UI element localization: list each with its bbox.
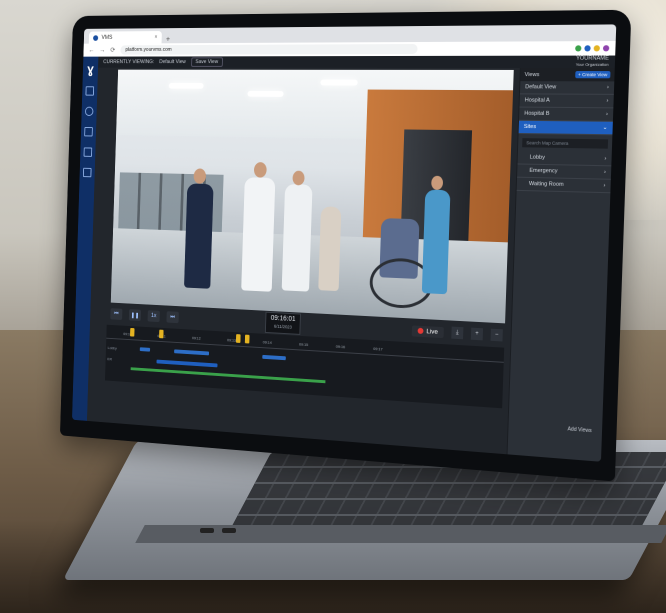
- view-toolbar: CURRENTLY VIEWING: Default View Save Vie…: [98, 55, 616, 68]
- download-clip-icon[interactable]: ⤓: [451, 326, 464, 340]
- chevron-icon: ›: [604, 155, 607, 163]
- zoom-out-icon[interactable]: −: [490, 328, 503, 342]
- forward-icon[interactable]: →: [99, 47, 105, 54]
- recording-segment[interactable]: [262, 354, 286, 361]
- extension-icon[interactable]: [584, 45, 591, 52]
- track-label: ER: [107, 356, 113, 362]
- current-view-name[interactable]: Default View: [159, 59, 186, 65]
- close-tab-icon[interactable]: ×: [154, 34, 157, 40]
- timeline-label: 09:12: [191, 335, 201, 341]
- favicon-icon: [93, 34, 99, 41]
- chevron-icon: ›: [605, 111, 609, 118]
- event-marker[interactable]: [244, 334, 250, 344]
- doctor-figure: [241, 177, 276, 292]
- chevron-icon: ›: [603, 169, 607, 176]
- tab-title: VMS: [101, 34, 113, 41]
- motion-bar: [130, 367, 326, 384]
- extensions: [575, 45, 610, 52]
- camera-item-label: Emergency: [529, 167, 558, 175]
- recording-segment[interactable]: [139, 347, 151, 352]
- chevron-down-icon: ⌄: [602, 124, 608, 132]
- view-item-label: Hospital B: [524, 110, 550, 118]
- user-info[interactable]: YOURNAME Your Organization: [575, 55, 609, 67]
- speed-button[interactable]: 1x: [147, 310, 160, 323]
- view-item[interactable]: Hospital A ›: [519, 94, 614, 109]
- url-field[interactable]: platform.yourvms.com: [120, 43, 418, 55]
- ceiling-light: [247, 90, 284, 97]
- flag-icon[interactable]: [82, 167, 92, 178]
- main-area: CURRENTLY VIEWING: Default View Save Vie…: [86, 55, 616, 462]
- back-icon[interactable]: ←: [88, 47, 94, 54]
- rewind-button[interactable]: ⏮: [110, 308, 123, 320]
- ceiling-light: [320, 79, 358, 86]
- track-label: Lobby: [107, 345, 117, 351]
- camera-item-label: Waiting Room: [528, 180, 564, 188]
- view-item[interactable]: Default View ›: [519, 81, 615, 95]
- recording-segment[interactable]: [174, 349, 210, 356]
- laptop-front-edge: [135, 525, 666, 543]
- chevron-icon: ›: [606, 84, 609, 91]
- person-figure: [318, 206, 342, 292]
- zoom-in-icon[interactable]: +: [470, 327, 484, 341]
- doctor-figure: [281, 184, 313, 292]
- chevron-icon: ›: [606, 97, 609, 105]
- person-figure: [184, 183, 214, 289]
- live-label: Live: [426, 327, 439, 336]
- user-org: Your Organization: [575, 61, 609, 67]
- event-marker[interactable]: [130, 327, 135, 337]
- ceiling-light: [168, 82, 204, 89]
- app-logo: ɣ: [87, 61, 94, 77]
- view-item-active[interactable]: Sites ⌄: [518, 120, 613, 136]
- nurse-figure: [421, 189, 451, 295]
- video-column: ⏮ ❚❚ 1x ⏭ 09:16:01 6/11/2023 Live ⤓ + − …: [87, 68, 520, 454]
- browser-tab[interactable]: VMS ×: [88, 31, 162, 44]
- views-title: Views: [524, 71, 540, 78]
- download-icon[interactable]: [83, 147, 93, 157]
- camera-item[interactable]: Waiting Room ›: [516, 177, 611, 194]
- timeline-label: 09:13: [227, 337, 237, 343]
- chevron-icon: ›: [603, 182, 606, 189]
- camera-search-input[interactable]: Search Map Camera: [522, 138, 609, 149]
- live-dot-icon: [417, 327, 424, 335]
- view-item-label: Default View: [525, 84, 557, 91]
- recording-segment[interactable]: [156, 359, 218, 368]
- vms-app: ɣ CURRENTLY VIEWING: Default View Save V…: [72, 55, 616, 462]
- camera-icon[interactable]: [84, 127, 93, 137]
- create-view-button[interactable]: + Create View: [574, 71, 611, 79]
- camera-feed[interactable]: [110, 69, 514, 324]
- extension-icon[interactable]: [593, 45, 600, 52]
- laptop-lid: VMS × + ← → ⟳ platform.yourvms.com ɣ CUR…: [59, 9, 632, 482]
- currently-viewing-label: CURRENTLY VIEWING:: [103, 59, 155, 65]
- map-pin-icon[interactable]: [84, 106, 94, 117]
- views-panel-header: Views + Create View: [520, 67, 615, 82]
- timeline-label: 09:15: [298, 341, 309, 348]
- event-marker[interactable]: [159, 329, 164, 339]
- live-button[interactable]: Live: [411, 324, 444, 338]
- new-tab-button[interactable]: +: [166, 35, 170, 44]
- profile-avatar[interactable]: [602, 45, 610, 52]
- view-item[interactable]: Hospital B ›: [519, 107, 614, 122]
- view-item-label: Hospital A: [524, 97, 550, 104]
- timeline-label: 09:16: [335, 343, 346, 350]
- save-view-button[interactable]: Save View: [190, 57, 223, 67]
- person-head: [292, 170, 305, 186]
- person-head: [253, 162, 267, 178]
- reload-icon[interactable]: ⟳: [110, 46, 115, 54]
- laptop-screen: VMS × + ← → ⟳ platform.yourvms.com ɣ CUR…: [72, 24, 617, 462]
- usb-port: [222, 528, 236, 533]
- pause-button[interactable]: ❚❚: [128, 309, 142, 322]
- workspace: ⏮ ❚❚ 1x ⏭ 09:16:01 6/11/2023 Live ⤓ + − …: [87, 67, 615, 462]
- views-panel: Views + Create View Default View › Hospi…: [506, 67, 615, 462]
- playback-date: 6/11/2023: [273, 323, 292, 330]
- timestamp-display[interactable]: 09:16:01 6/11/2023: [264, 311, 302, 335]
- grid-icon[interactable]: [85, 86, 95, 96]
- event-marker[interactable]: [235, 334, 241, 343]
- timeline-label: 09:17: [373, 346, 383, 352]
- view-item-label: Sites: [523, 123, 537, 131]
- forward-button[interactable]: ⏭: [166, 311, 179, 324]
- timeline-label: 09:14: [262, 339, 272, 345]
- usb-port: [200, 528, 214, 533]
- extension-icon[interactable]: [575, 45, 582, 52]
- camera-item-label: Lobby: [529, 154, 546, 161]
